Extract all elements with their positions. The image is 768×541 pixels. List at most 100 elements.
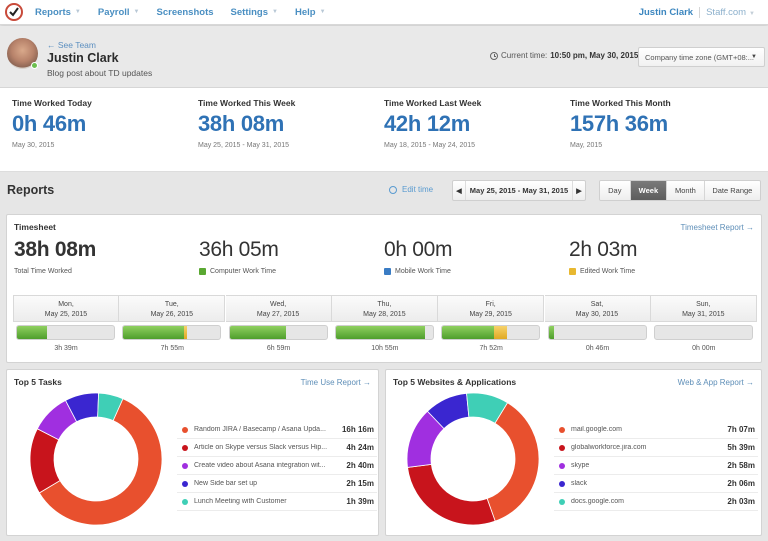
current-time-label: Current time: [501, 51, 548, 60]
metric-value: 38h 08m [14, 238, 96, 261]
legend-name: Random JIRA / Basecamp / Asana Upda... [194, 426, 326, 433]
stat-date: May 18, 2015 - May 24, 2015 [384, 142, 476, 149]
legend-item[interactable]: Lunch Meeting with Customer 1h 39m [177, 493, 377, 511]
legend-item[interactable]: New Side bar set up 2h 15m [177, 475, 377, 493]
metric-label-text: Edited Work Time [580, 268, 636, 275]
timezone-select-value: Company time zone (GMT+08:... [645, 52, 754, 62]
computer-time-segment [17, 326, 48, 339]
day-name: Thu, [377, 301, 392, 308]
next-period-button[interactable]: ▶ [573, 187, 585, 195]
nav-company-menu[interactable]: Staff.com ▼ [706, 7, 755, 18]
timesheet-panel: Timesheet Timesheet Report → 38h 08m Tot… [6, 214, 762, 363]
legend-name: Lunch Meeting with Customer [194, 498, 287, 505]
nav-screenshots[interactable]: Screenshots [157, 7, 214, 18]
day-progress-bar [653, 325, 753, 340]
nav-settings[interactable]: Settings ▼ [231, 7, 278, 18]
day-date: May 25, 2015 [44, 311, 88, 318]
metric-label-text: Total Time Worked [14, 268, 72, 275]
legend-item[interactable]: Create video about Asana integration wit… [177, 457, 377, 475]
range-week-button[interactable]: Week [630, 181, 668, 200]
stat-value: 42h 12m [384, 111, 470, 136]
web-app-report-link[interactable]: Web & App Report → [678, 378, 754, 387]
day-header: Sat, May 30, 2015 [544, 295, 651, 322]
computer-time-segment [229, 326, 286, 339]
day-progress-bar [122, 325, 222, 340]
stat-label: Time Worked Today [12, 98, 92, 108]
range-month-button[interactable]: Month [667, 181, 705, 200]
legend-item[interactable]: Random JIRA / Basecamp / Asana Upda... 16… [177, 421, 377, 439]
legend-dot-icon [182, 426, 188, 433]
day-date: May 29, 2015 [469, 311, 512, 318]
legend-value: 2h 06m [727, 479, 755, 488]
day-progress-bar [228, 325, 328, 340]
day-total: 10h 55m [371, 345, 399, 352]
legend-name: skype [571, 462, 590, 469]
stat-this-week: Time Worked This Week 38h 08m May 25, 20… [198, 98, 295, 149]
timesheet-report-link[interactable]: Timesheet Report → [680, 223, 754, 232]
legend-item[interactable]: mail.google.com 7h 07m [554, 421, 758, 439]
stat-date: May 30, 2015 [12, 142, 55, 149]
nav-payroll[interactable]: Payroll ▼ [98, 7, 140, 18]
day-name: Sun, [696, 301, 711, 308]
edit-time-button[interactable]: Edit time [389, 185, 433, 194]
day-date: May 27, 2015 [256, 311, 300, 318]
metric-value: 2h 03m [569, 238, 638, 261]
legend-item[interactable]: docs.google.com 2h 03m [554, 493, 758, 511]
metric-mobile-time: 0h 00m Mobile Work Time [384, 238, 453, 275]
metric-edited-time: 2h 03m Edited Work Time [569, 238, 638, 275]
stat-this-month: Time Worked This Month 157h 36m May, 201… [570, 98, 671, 149]
day-total: 0h 46m [585, 345, 610, 352]
time-use-report-link[interactable]: Time Use Report → [301, 378, 371, 387]
range-date-range-button[interactable]: Date Range [704, 181, 760, 200]
day-progress-bar [441, 325, 541, 340]
legend-item[interactable]: skype 2h 58m [554, 457, 758, 475]
legend-value: 4h 24m [346, 443, 374, 452]
date-range-navigator: ◀ May 25, 2015 - May 31, 2015 ▶ [452, 180, 586, 201]
metric-value: 0h 00m [384, 238, 453, 261]
legend-dot-icon [559, 462, 565, 469]
day-total: 0h 00m [692, 345, 716, 352]
legend-item[interactable]: Article on Skype versus Slack versus Hip… [177, 439, 377, 457]
stat-label: Time Worked This Month [570, 98, 671, 108]
date-range-label[interactable]: May 25, 2015 - May 31, 2015 [465, 181, 573, 200]
legend-name: mail.google.com [571, 426, 622, 433]
legend-value: 5h 39m [727, 443, 755, 452]
day-total: 7h 55m [160, 345, 184, 352]
legend-dot-icon [559, 444, 565, 451]
see-team-link[interactable]: ← See Team [47, 40, 96, 50]
timezone-select[interactable]: Company time zone (GMT+08:... ▼ [638, 47, 765, 67]
donut-slice[interactable] [407, 463, 496, 526]
metric-total-time: 38h 08m Total Time Worked [14, 238, 96, 275]
stat-today: Time Worked Today 0h 46m May 30, 2015 [12, 98, 92, 149]
timesheet-title: Timesheet [14, 222, 56, 232]
nav-reports-label: Reports [35, 6, 71, 18]
legend-item[interactable]: slack 2h 06m [554, 475, 758, 493]
stat-date: May 25, 2015 - May 31, 2015 [198, 142, 290, 149]
legend-value: 2h 15m [346, 479, 374, 488]
profile-subtitle: Blog post about TD updates [47, 68, 153, 78]
legend-item[interactable]: globalworkforce.jira.com 5h 39m [554, 439, 758, 457]
stat-label: Time Worked This Week [198, 98, 296, 108]
nav-help[interactable]: Help ▼ [295, 7, 326, 18]
computer-time-segment [123, 326, 185, 339]
legend-dot-icon [182, 480, 188, 487]
profile-name: Justin Clark [47, 51, 119, 65]
stat-value: 157h 36m [570, 111, 668, 136]
day-header: Mon, May 25, 2015 [13, 295, 119, 322]
nav-reports[interactable]: Reports ▼ [35, 7, 81, 18]
chevron-down-icon: ▼ [272, 9, 278, 15]
computer-legend-swatch-icon [199, 268, 206, 275]
range-day-button[interactable]: Day [600, 181, 631, 200]
day-header: Thu, May 28, 2015 [331, 295, 438, 322]
app-logo-icon[interactable] [5, 3, 23, 21]
legend-name: globalworkforce.jira.com [571, 444, 647, 451]
previous-period-button[interactable]: ◀ [453, 187, 465, 195]
stat-value: 0h 46m [12, 111, 87, 136]
chevron-down-icon: ▼ [133, 9, 140, 15]
online-status-icon [31, 62, 38, 69]
day-name: Wed, [269, 301, 287, 308]
top-apps-panel: Top 5 Websites & Applications Web & App … [385, 369, 762, 536]
nav-user-link[interactable]: Justin Clark [639, 7, 701, 18]
legend-value: 2h 58m [727, 461, 755, 470]
dropdown-arrow-icon: ▼ [751, 54, 757, 60]
